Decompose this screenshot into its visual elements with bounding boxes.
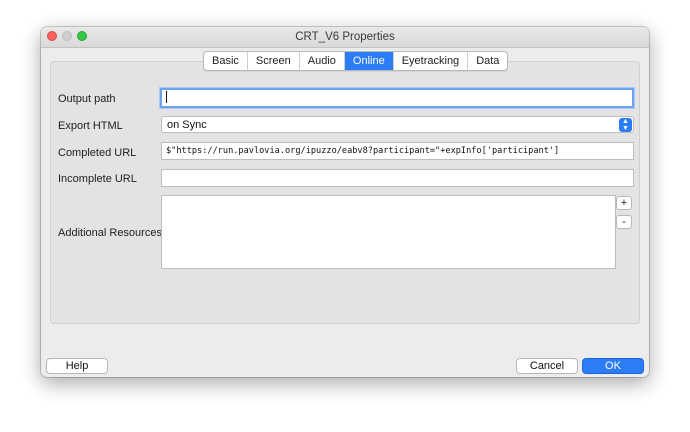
properties-dialog: CRT_V6 Properties Basic Screen Audio Onl…: [41, 27, 649, 377]
minimize-window-icon[interactable]: [62, 31, 72, 41]
tab-eyetracking[interactable]: Eyetracking: [394, 52, 469, 70]
output-path-label: Output path: [58, 93, 116, 105]
export-html-label: Export HTML: [58, 120, 123, 132]
tab-basic[interactable]: Basic: [204, 52, 248, 70]
tab-bar: Basic Screen Audio Online Eyetracking Da…: [203, 51, 509, 71]
incomplete-url-input[interactable]: [161, 169, 634, 187]
tab-audio[interactable]: Audio: [300, 52, 345, 70]
ok-button[interactable]: OK: [582, 358, 644, 374]
close-window-icon[interactable]: [47, 31, 57, 41]
help-button[interactable]: Help: [46, 358, 108, 374]
window-title: CRT_V6 Properties: [295, 31, 395, 43]
chevron-updown-icon: ▲ ▼: [619, 118, 632, 132]
tab-data[interactable]: Data: [468, 52, 507, 70]
incomplete-url-label: Incomplete URL: [58, 173, 137, 185]
cancel-button[interactable]: Cancel: [516, 358, 578, 374]
output-path-input[interactable]: [160, 88, 634, 108]
remove-resource-button[interactable]: -: [616, 215, 632, 229]
additional-resources-label: Additional Resources: [58, 227, 162, 239]
tab-online[interactable]: Online: [344, 52, 394, 70]
export-html-select[interactable]: on Sync ▲ ▼: [161, 116, 634, 133]
zoom-window-icon[interactable]: [77, 31, 87, 41]
title-bar: CRT_V6 Properties: [41, 27, 649, 48]
completed-url-label: Completed URL: [58, 147, 137, 159]
text-cursor: [166, 90, 167, 103]
add-resource-button[interactable]: +: [616, 196, 632, 210]
completed-url-input[interactable]: $"https://run.pavlovia.org/ipuzzo/eabv8?…: [161, 142, 634, 160]
export-html-value: on Sync: [167, 119, 207, 131]
additional-resources-list[interactable]: [161, 195, 616, 269]
tab-screen[interactable]: Screen: [248, 52, 300, 70]
